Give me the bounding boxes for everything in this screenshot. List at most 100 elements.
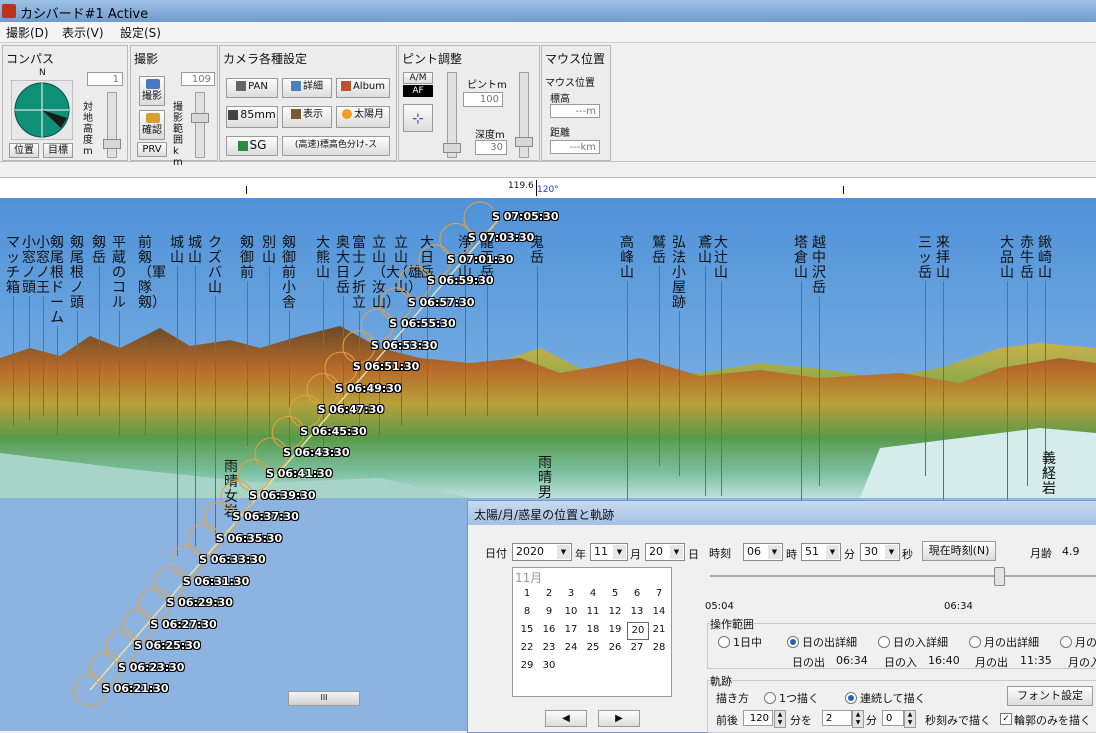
album-label: Album: [352, 81, 386, 92]
time-slider-thumb[interactable]: [994, 567, 1005, 586]
display-button[interactable]: 表示: [282, 106, 332, 128]
year-select[interactable]: 2020 ▼: [512, 543, 572, 561]
pan-button[interactable]: PAN: [226, 78, 278, 98]
calendar-day[interactable]: 7: [649, 586, 669, 602]
hour-select[interactable]: 06 ▼: [743, 543, 783, 561]
calendar[interactable]: 11月 1 2 3 4 5 6 7 8 9 10 11 12 13 14 15 16 17 18 19 20 21 22 2…: [512, 567, 672, 697]
radio-moonset[interactable]: [1060, 636, 1072, 648]
calendar-day[interactable]: 1: [517, 586, 537, 602]
calendar-day[interactable]: 28: [649, 640, 669, 656]
month-value: 11: [594, 545, 608, 558]
focus-slider[interactable]: [443, 72, 461, 158]
calendar-day[interactable]: 26: [605, 640, 625, 656]
now-button[interactable]: 現在時刻(N): [922, 541, 996, 561]
sun-time-label: S 06:27:30: [150, 617, 217, 631]
calendar-day[interactable]: 29: [517, 658, 537, 674]
calendar-day[interactable]: 27: [627, 640, 647, 656]
menu-shoot[interactable]: 撮影(D): [6, 24, 49, 41]
calendar-day[interactable]: 20: [627, 622, 649, 640]
calendar-day[interactable]: 4: [583, 586, 603, 602]
radio-sunset[interactable]: [878, 636, 890, 648]
album-button[interactable]: Album: [336, 78, 390, 98]
am-button[interactable]: A/M: [403, 72, 433, 84]
month-select[interactable]: 11 ▼: [590, 543, 628, 561]
calendar-day[interactable]: 15: [517, 622, 537, 638]
calendar-day[interactable]: 9: [539, 604, 559, 620]
chevron-down-icon: ▼: [670, 545, 683, 559]
sec-spinner[interactable]: ▲ ▼: [904, 710, 916, 728]
sg-icon: [237, 140, 248, 151]
prev-button[interactable]: ◀: [545, 710, 587, 727]
before-after-spinner[interactable]: ▲ ▼: [774, 710, 786, 728]
radio-all-day[interactable]: [718, 636, 730, 648]
calendar-day[interactable]: 12: [605, 604, 625, 620]
depth-slider[interactable]: [515, 72, 533, 158]
elevation-color-button[interactable]: (高速)標高色分け-ス: [282, 136, 390, 156]
calendar-day[interactable]: 2: [539, 586, 559, 602]
calendar-day[interactable]: 21: [649, 622, 669, 638]
next-button[interactable]: ▶: [598, 710, 640, 727]
horizontal-scrollbar-thumb[interactable]: III: [288, 691, 360, 706]
step-input[interactable]: 2: [822, 710, 852, 726]
target-button[interactable]: 目標: [43, 143, 73, 158]
calendar-day[interactable]: 13: [627, 604, 647, 620]
radio-moonrise[interactable]: [969, 636, 981, 648]
height-slider[interactable]: [103, 92, 121, 158]
calendar-day[interactable]: 16: [539, 622, 559, 638]
calendar-day[interactable]: 10: [561, 604, 581, 620]
dialog-title: 太陽/月/惑星の位置と軌跡: [474, 508, 615, 522]
step-spinner[interactable]: ▲ ▼: [852, 710, 864, 728]
menu-view[interactable]: 表示(V): [62, 24, 104, 41]
calendar-day[interactable]: 3: [561, 586, 581, 602]
calendar-day[interactable]: 23: [539, 640, 559, 656]
calendar-day[interactable]: 11: [583, 604, 603, 620]
focus-target-button[interactable]: ⊹: [403, 104, 433, 132]
day-select[interactable]: 20 ▼: [645, 543, 685, 561]
range-value: 109: [181, 72, 215, 86]
sg-button[interactable]: SG: [226, 136, 278, 156]
calendar-day[interactable]: 19: [605, 622, 625, 638]
range-slider-thumb[interactable]: [191, 113, 209, 123]
radio-draw-once[interactable]: [764, 692, 776, 704]
calendar-day[interactable]: 24: [561, 640, 581, 656]
before-after-input[interactable]: 120: [743, 710, 773, 726]
heading-ruler: 119.6 120°: [0, 177, 1096, 199]
calendar-day[interactable]: 18: [583, 622, 603, 638]
calendar-day[interactable]: 5: [605, 586, 625, 602]
radio-draw-continuous[interactable]: [845, 692, 857, 704]
detail-button[interactable]: 詳細: [282, 78, 332, 98]
hour-unit: 時: [786, 548, 797, 561]
calendar-day[interactable]: 22: [517, 640, 537, 656]
range-slider[interactable]: [191, 92, 209, 158]
calendar-day[interactable]: 8: [517, 604, 537, 620]
menu-settings[interactable]: 設定(S): [120, 24, 161, 41]
height-slider-thumb[interactable]: [103, 139, 121, 149]
height-value: 1: [87, 72, 123, 86]
second-select[interactable]: 30 ▼: [860, 543, 900, 561]
position-button[interactable]: 位置: [9, 143, 39, 158]
sunset-label: 日の入: [884, 656, 917, 669]
confirm-button[interactable]: 確認: [139, 110, 165, 140]
sec-input[interactable]: 0: [882, 710, 904, 726]
calendar-day[interactable]: 6: [627, 586, 647, 602]
radio-sunrise[interactable]: [787, 636, 799, 648]
lens-button[interactable]: 85mm: [226, 106, 278, 128]
minute-select[interactable]: 51 ▼: [801, 543, 841, 561]
compass-dial[interactable]: [11, 80, 73, 140]
slider-start-label: 05:04: [705, 601, 734, 612]
shoot-button[interactable]: 撮影: [139, 76, 165, 106]
depth-slider-thumb[interactable]: [515, 137, 533, 147]
calendar-day[interactable]: 30: [539, 658, 559, 674]
sun-time-label: S 06:53:30: [370, 338, 438, 352]
draw-method-label: 描き方: [716, 692, 749, 705]
focus-slider-thumb[interactable]: [443, 143, 461, 153]
outline-only-checkbox[interactable]: ✓: [1000, 713, 1012, 725]
prv-button[interactable]: PRV: [137, 142, 167, 157]
calendar-day[interactable]: 25: [583, 640, 603, 656]
font-settings-button[interactable]: フォント設定: [1007, 686, 1093, 706]
calendar-day[interactable]: 14: [649, 604, 669, 620]
sun-moon-button[interactable]: 太陽月: [336, 106, 390, 128]
time-slider-track[interactable]: [710, 575, 1096, 577]
calendar-day[interactable]: 17: [561, 622, 581, 638]
draw-continuous-label: 連続して描く: [860, 692, 926, 705]
